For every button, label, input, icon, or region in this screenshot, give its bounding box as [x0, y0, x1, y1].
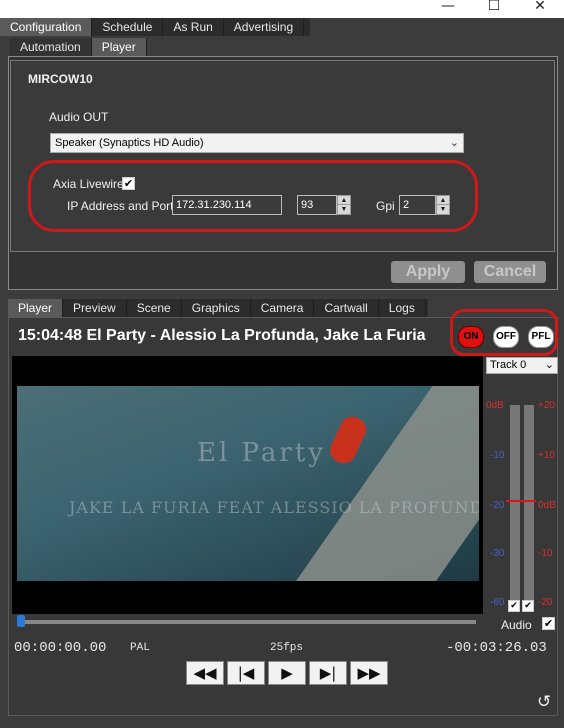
seek-handle[interactable] — [17, 615, 25, 627]
tab-scene[interactable]: Scene — [127, 299, 182, 317]
gpi-label: Gpi — [376, 199, 395, 213]
meter-right-label: 0dB — [538, 500, 556, 511]
on-air-button[interactable]: ON — [458, 326, 484, 348]
audio-meter-left — [510, 405, 520, 600]
audio-out-select[interactable]: Speaker (Synaptics HD Audio) ⌄ — [50, 133, 464, 153]
track-select-value: Track 0 — [490, 359, 527, 371]
gpi-field[interactable]: 2 — [399, 195, 436, 215]
meter-right-label: -20 — [538, 597, 553, 608]
tab-player[interactable]: Player — [8, 299, 64, 317]
video-scene-figure — [326, 412, 370, 468]
meter-left-label: -60 — [490, 597, 505, 608]
previous-button[interactable]: |◀ — [227, 661, 265, 685]
maximize-icon[interactable]: ☐ — [472, 0, 516, 16]
axia-livewire-label: Axia Livewire — [53, 177, 124, 191]
sub-tab-bar: Automation Player — [10, 38, 147, 56]
meter-left-label: -10 — [490, 450, 505, 461]
tab-preview[interactable]: Preview — [63, 299, 127, 317]
window-titlebar: — ☐ ✕ — [0, 0, 564, 18]
port-spinner[interactable]: ▲ ▼ — [337, 195, 351, 215]
tab-cartwall[interactable]: Cartwall — [314, 299, 379, 317]
ip-address-label: IP Address and Port — [67, 199, 174, 213]
tab-configuration[interactable]: Configuration — [0, 18, 93, 36]
remaining-time: -00:03:26.03 — [446, 640, 547, 656]
audio-out-label: Audio OUT — [49, 110, 109, 124]
play-button[interactable]: ▶ — [268, 661, 306, 685]
audio-meter-right — [524, 405, 534, 600]
audio-label: Audio — [501, 618, 532, 632]
cancel-button[interactable]: Cancel — [474, 261, 546, 283]
tab-automation[interactable]: Automation — [10, 38, 92, 56]
next-button[interactable]: ▶| — [309, 661, 347, 685]
video-overlay-title: El Party — [197, 438, 326, 468]
video-overlay-subtitle: JAKE LA FURIA FEAT ALESSIO LA PROFUNDA M… — [69, 498, 479, 517]
video-format: PAL — [130, 642, 150, 654]
meter-right-label: +10 — [538, 450, 555, 461]
close-icon[interactable]: ✕ — [518, 0, 562, 16]
minimize-icon[interactable]: — — [426, 0, 470, 16]
port-field[interactable]: 93 — [297, 195, 337, 215]
tab-logs[interactable]: Logs — [379, 299, 426, 317]
seek-bar[interactable] — [18, 620, 476, 624]
meter-right-label: -10 — [538, 548, 553, 559]
section-title: MIRCOW10 — [28, 72, 93, 86]
tab-schedule[interactable]: Schedule — [92, 18, 164, 36]
tab-as-run[interactable]: As Run — [163, 18, 224, 36]
meter-left-checkbox[interactable]: ✔ — [508, 600, 520, 612]
meter-right-label: +20 — [538, 400, 555, 411]
top-tab-bar: Configuration Schedule As Run Advertisin… — [0, 18, 310, 36]
rewind-button[interactable]: ◀◀ — [186, 661, 224, 685]
meter-left-label: -20 — [490, 500, 505, 511]
video-scene-wall — [278, 386, 479, 581]
history-icon[interactable]: ↺ — [537, 692, 551, 712]
fast-forward-button[interactable]: ▶▶ — [350, 661, 388, 685]
audio-out-value: Speaker (Synaptics HD Audio) — [55, 137, 204, 149]
axia-livewire-checkbox[interactable]: ✔ — [122, 177, 135, 190]
tab-camera[interactable]: Camera — [251, 299, 315, 317]
chevron-down-icon: ⌄ — [449, 137, 459, 149]
tab-advertising[interactable]: Advertising — [224, 18, 305, 36]
video-frame: El Party JAKE LA FURIA FEAT ALESSIO LA P… — [17, 386, 479, 581]
player-tab-bar: Player Preview Scene Graphics Camera Car… — [8, 299, 428, 317]
meter-right-checkbox[interactable]: ✔ — [522, 600, 534, 612]
track-select[interactable]: Track 0 ⌄ — [486, 357, 558, 374]
meter-left-label: 0dB — [486, 400, 504, 411]
meter-left-label: -30 — [490, 548, 505, 559]
tab-player-config[interactable]: Player — [91, 38, 147, 56]
audio-checkbox[interactable]: ✔ — [542, 617, 555, 630]
elapsed-time: 00:00:00.00 — [14, 640, 107, 656]
apply-button[interactable]: Apply — [391, 261, 465, 283]
pfl-button[interactable]: PFL — [528, 326, 554, 348]
frame-rate: 25fps — [270, 642, 304, 654]
gpi-spinner[interactable]: ▲ ▼ — [436, 195, 450, 215]
ip-address-field[interactable]: 172.31.230.114 — [172, 195, 282, 215]
meter-zero-marker — [506, 500, 536, 502]
off-air-button[interactable]: OFF — [493, 326, 519, 348]
now-playing-title: 15:04:48 El Party - Alessio La Profunda,… — [18, 327, 426, 344]
tab-graphics[interactable]: Graphics — [182, 299, 251, 317]
chevron-down-icon: ⌄ — [544, 359, 554, 371]
